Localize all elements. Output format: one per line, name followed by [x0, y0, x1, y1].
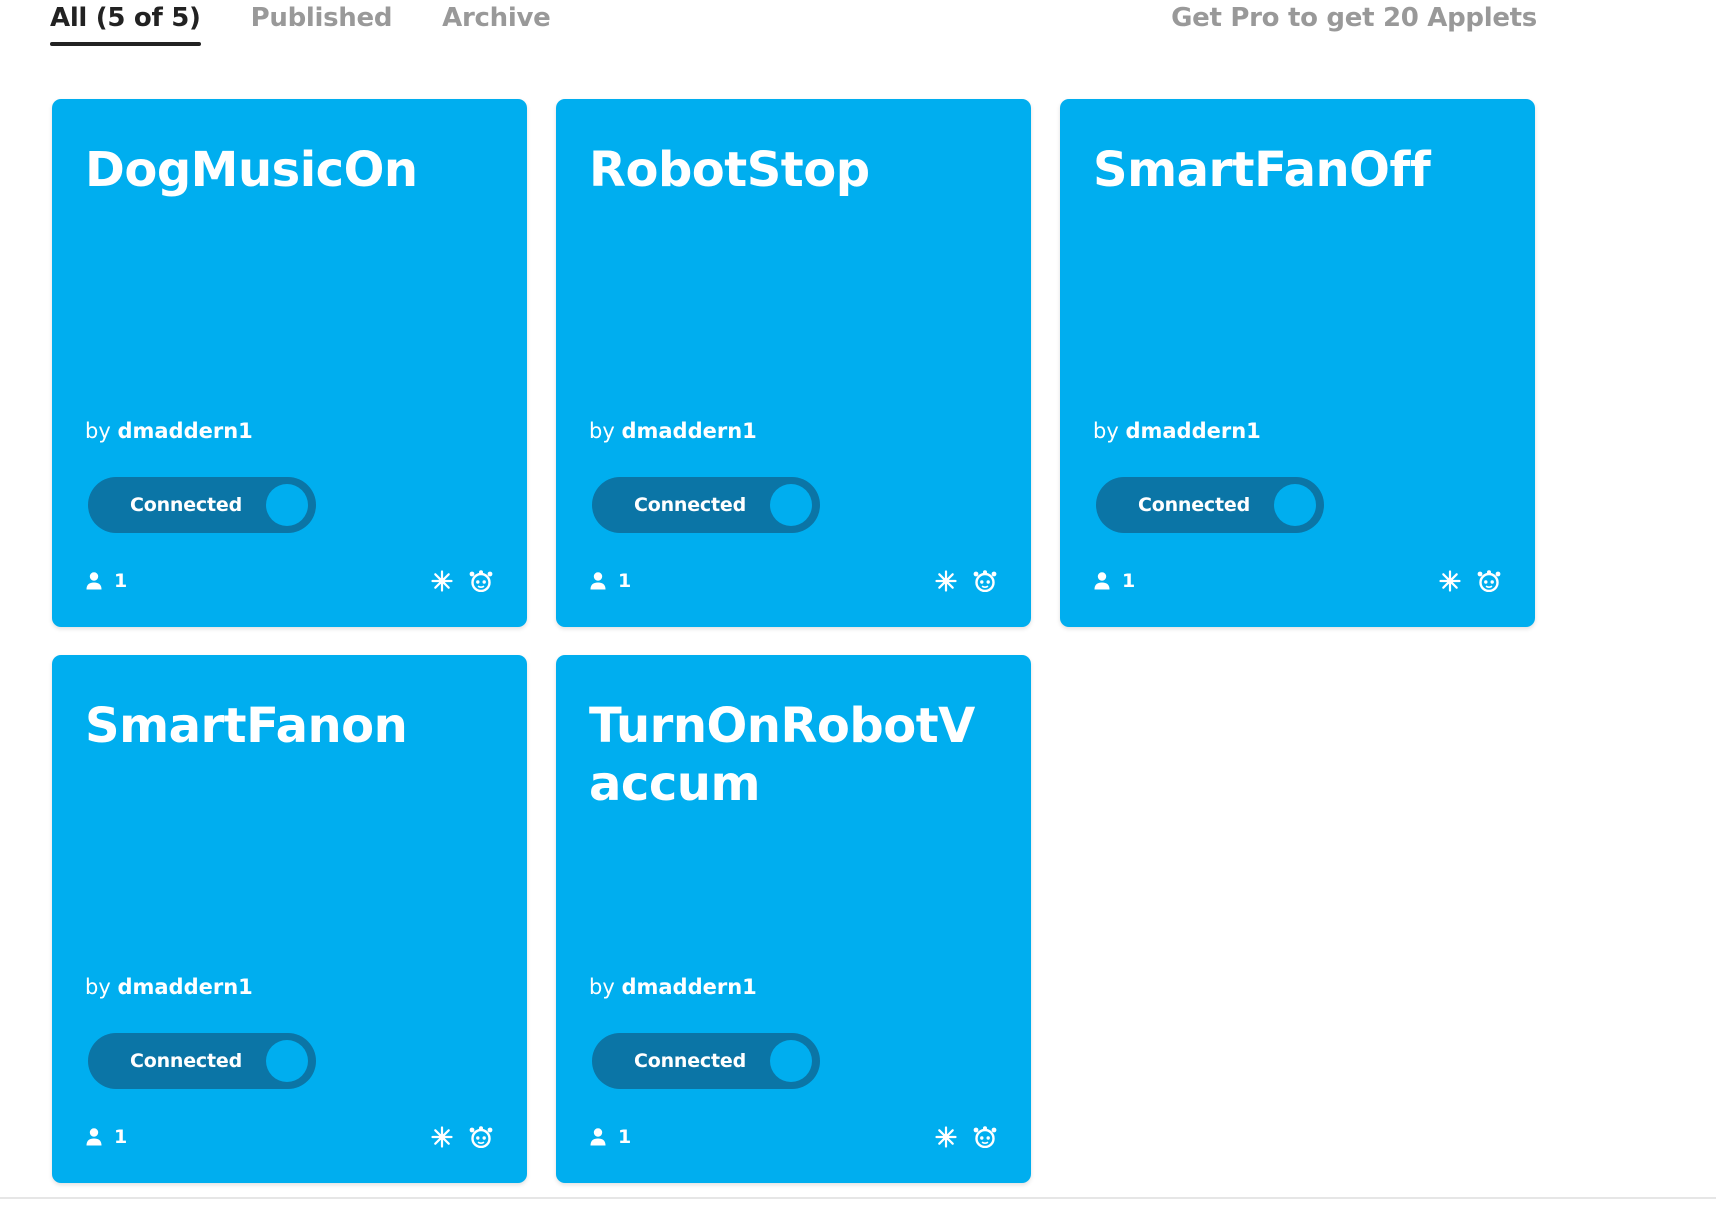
- toggle-knob[interactable]: [1274, 484, 1316, 526]
- author-prefix: by: [1093, 419, 1119, 443]
- applet-author: by dmaddern1: [85, 417, 253, 445]
- applet-author: by dmaddern1: [589, 973, 757, 1001]
- robot-icon: [1477, 570, 1501, 592]
- robot-icon: [469, 570, 493, 592]
- applet-footer: 1: [1094, 566, 1501, 596]
- applet-title: SmartFanOff: [1093, 142, 1431, 198]
- connection-status-label: Connected: [1138, 494, 1250, 516]
- user-count-badge: 1: [590, 1125, 631, 1149]
- author-name: dmaddern1: [117, 419, 253, 443]
- page-divider: [0, 1197, 1716, 1199]
- user-count: 1: [1122, 570, 1136, 592]
- robot-icon: [973, 1126, 997, 1148]
- spark-icon: [431, 570, 453, 592]
- connection-status-label: Connected: [634, 494, 746, 516]
- get-pro-link[interactable]: Get Pro to get 20 Applets: [1171, 0, 1537, 36]
- author-name: dmaddern1: [1125, 419, 1261, 443]
- connection-toggle[interactable]: Connected: [592, 1033, 820, 1089]
- applet-footer: 1: [590, 566, 997, 596]
- user-icon: [1094, 572, 1110, 590]
- applet-title: DogMusicOn: [85, 142, 418, 198]
- spark-icon: [935, 1126, 957, 1148]
- user-icon: [86, 1128, 102, 1146]
- applet-author: by dmaddern1: [1093, 417, 1261, 445]
- user-icon: [86, 572, 102, 590]
- applet-card[interactable]: SmartFanOff by dmaddern1 Connected 1: [1060, 99, 1535, 627]
- connection-toggle[interactable]: Connected: [88, 477, 316, 533]
- toggle-knob[interactable]: [770, 484, 812, 526]
- user-count-badge: 1: [86, 1125, 127, 1149]
- connection-status-label: Connected: [130, 1050, 242, 1072]
- service-icons: [415, 1126, 493, 1148]
- spark-icon: [935, 570, 957, 592]
- service-icons: [919, 1126, 997, 1148]
- applet-grid: DogMusicOn by dmaddern1 Connected 1 Robo…: [52, 99, 1535, 1183]
- connection-toggle[interactable]: Connected: [592, 477, 820, 533]
- applet-title: TurnOnRobotVaccum: [589, 698, 975, 812]
- applet-card[interactable]: DogMusicOn by dmaddern1 Connected 1: [52, 99, 527, 627]
- applet-author: by dmaddern1: [85, 973, 253, 1001]
- user-icon: [590, 1128, 606, 1146]
- author-name: dmaddern1: [621, 975, 757, 999]
- user-count: 1: [114, 570, 128, 592]
- service-icons: [919, 570, 997, 592]
- service-icons: [1423, 570, 1501, 592]
- connection-status-label: Connected: [130, 494, 242, 516]
- tab-all[interactable]: All (5 of 5): [50, 0, 201, 46]
- spark-icon: [431, 1126, 453, 1148]
- applet-card[interactable]: TurnOnRobotVaccum by dmaddern1 Connected…: [556, 655, 1031, 1183]
- applet-card[interactable]: SmartFanon by dmaddern1 Connected 1: [52, 655, 527, 1183]
- applet-card[interactable]: RobotStop by dmaddern1 Connected 1: [556, 99, 1031, 627]
- robot-icon: [973, 570, 997, 592]
- robot-icon: [469, 1126, 493, 1148]
- applet-footer: 1: [86, 566, 493, 596]
- toggle-knob[interactable]: [770, 1040, 812, 1082]
- service-icons: [415, 570, 493, 592]
- author-prefix: by: [85, 419, 111, 443]
- connection-toggle[interactable]: Connected: [1096, 477, 1324, 533]
- toggle-knob[interactable]: [266, 484, 308, 526]
- author-prefix: by: [85, 975, 111, 999]
- user-icon: [590, 572, 606, 590]
- user-count: 1: [618, 1126, 632, 1148]
- user-count: 1: [618, 570, 632, 592]
- user-count-badge: 1: [590, 569, 631, 593]
- tab-archive[interactable]: Archive: [442, 0, 551, 46]
- spark-icon: [1439, 570, 1461, 592]
- applet-author: by dmaddern1: [589, 417, 757, 445]
- author-prefix: by: [589, 419, 615, 443]
- author-prefix: by: [589, 975, 615, 999]
- user-count: 1: [114, 1126, 128, 1148]
- applet-footer: 1: [86, 1122, 493, 1152]
- connection-toggle[interactable]: Connected: [88, 1033, 316, 1089]
- applet-title: SmartFanon: [85, 698, 408, 754]
- author-name: dmaddern1: [117, 975, 253, 999]
- applet-title: RobotStop: [589, 142, 870, 198]
- toggle-knob[interactable]: [266, 1040, 308, 1082]
- user-count-badge: 1: [86, 569, 127, 593]
- applet-footer: 1: [590, 1122, 997, 1152]
- author-name: dmaddern1: [621, 419, 757, 443]
- user-count-badge: 1: [1094, 569, 1135, 593]
- applet-filter-tabs: All (5 of 5) Published Archive: [50, 0, 600, 52]
- connection-status-label: Connected: [634, 1050, 746, 1072]
- tab-published[interactable]: Published: [251, 0, 393, 46]
